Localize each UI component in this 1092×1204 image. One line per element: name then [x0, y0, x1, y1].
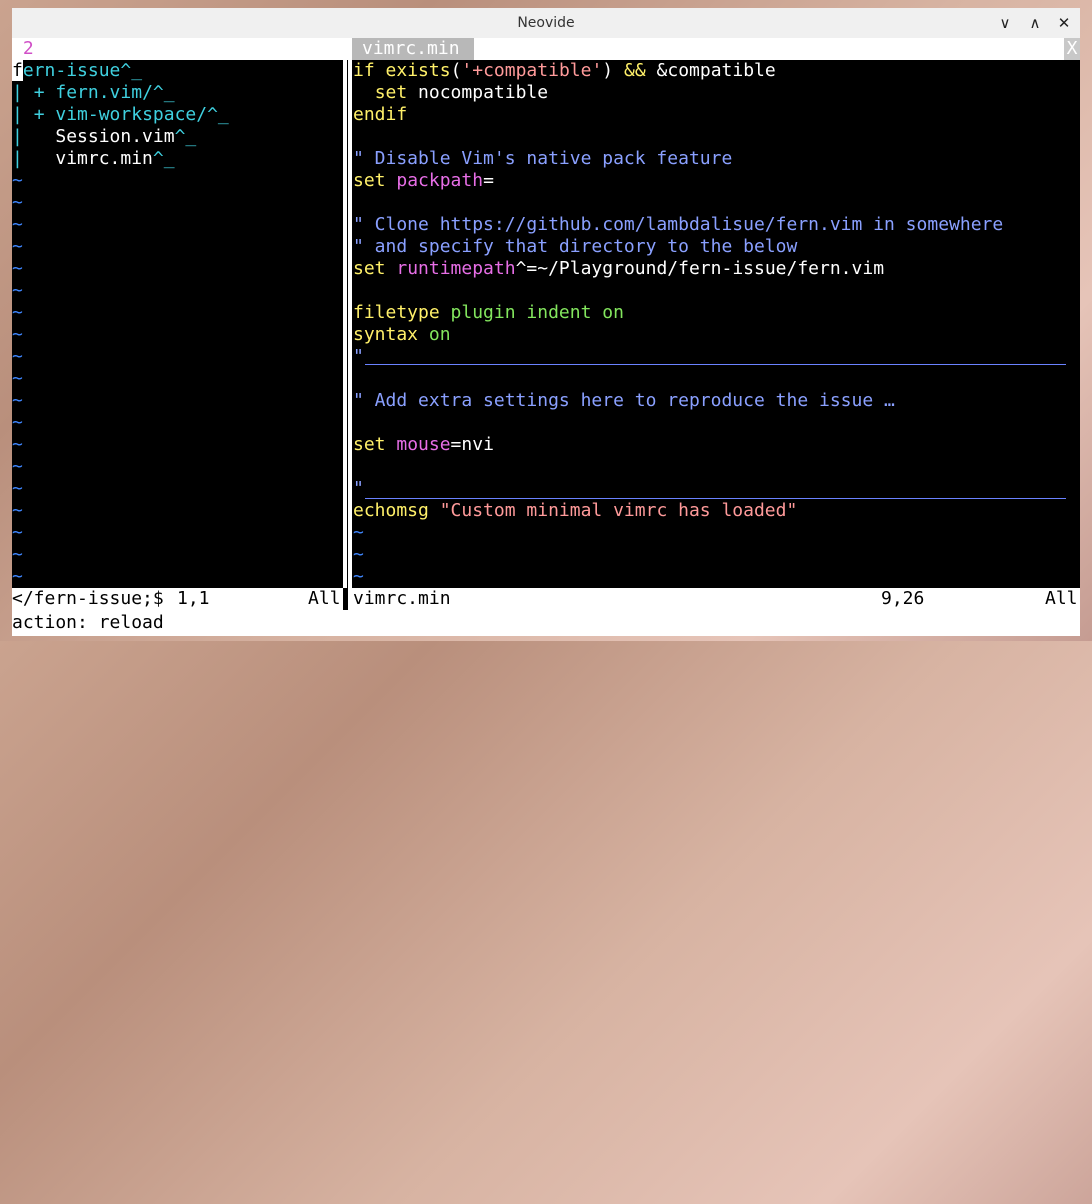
tree-guide: | — [12, 82, 23, 103]
code-line: echomsg "Custom minimal vimrc has loaded… — [353, 500, 798, 521]
code-line: endif — [353, 104, 408, 125]
separator-comment: " — [353, 346, 364, 367]
status-percent: All — [308, 588, 341, 609]
tree-item-fern-vim[interactable]: | + fern.vim/^_ — [12, 82, 175, 104]
empty-line-tilde: ~ — [353, 544, 364, 565]
separator-rule — [365, 498, 1066, 499]
command-message: action: reload — [12, 612, 164, 633]
code-line: set packpath= — [353, 170, 494, 191]
fern-root-mark: ^_ — [120, 60, 143, 81]
empty-line-tilde: ~ — [12, 412, 23, 433]
tree-item-vimrc-min[interactable]: | vimrc.min^_ — [12, 148, 175, 170]
comment-line: " Clone https://github.com/lambdalisue/f… — [353, 214, 1004, 235]
tab-close-button[interactable]: X — [1064, 38, 1080, 60]
status-line-right: vimrc.min 9,26 All — [348, 588, 1080, 610]
minimize-button[interactable]: ∨ — [995, 13, 1015, 33]
tree-item-session-vim[interactable]: | Session.vim^_ — [12, 126, 196, 148]
code-line: set mouse=nvi — [353, 434, 494, 455]
empty-line-tilde: ~ — [12, 478, 23, 499]
tree-item-mark: ^_ — [152, 82, 175, 103]
tree-item-label: fern.vim/ — [55, 82, 153, 103]
tab-vimrc-label: vimrc.min — [362, 38, 460, 59]
empty-line-tilde: ~ — [12, 456, 23, 477]
separator-rule — [365, 364, 1066, 365]
close-button[interactable]: ✕ — [1054, 13, 1074, 33]
empty-line-tilde: ~ — [12, 346, 23, 367]
maximize-button[interactable]: ∧ — [1025, 13, 1045, 33]
tree-item-label: vim-workspace/ — [55, 104, 208, 125]
fern-root[interactable]: fern-issue^_ — [12, 60, 142, 82]
code-line: filetype plugin indent on — [353, 302, 624, 323]
status-percent: All — [1045, 588, 1078, 609]
window-title: Neovide — [517, 15, 575, 31]
empty-line-tilde: ~ — [12, 522, 23, 543]
tree-guide: | — [12, 104, 23, 125]
empty-line-tilde: ~ — [12, 390, 23, 411]
empty-line-tilde: ~ — [12, 566, 23, 587]
empty-line-tilde: ~ — [12, 280, 23, 301]
empty-line-tilde: ~ — [12, 258, 23, 279]
comment-line: " Add extra settings here to reproduce t… — [353, 390, 895, 411]
code-line: set nocompatible — [374, 82, 549, 103]
comment-line: " Disable Vim's native pack feature — [353, 148, 733, 169]
command-line[interactable]: action: reload — [12, 610, 1080, 636]
tree-item-mark: ^_ — [174, 126, 197, 147]
empty-line-tilde: ~ — [12, 368, 23, 389]
empty-line-tilde: ~ — [12, 500, 23, 521]
empty-line-tilde: ~ — [12, 324, 23, 345]
empty-line-tilde: ~ — [12, 214, 23, 235]
editor-pane[interactable]: if exists('+compatible') && &compatible … — [12, 60, 1080, 1050]
vertical-split-edge — [348, 60, 352, 588]
expand-icon[interactable]: + — [34, 82, 45, 103]
code-line: syntax on — [353, 324, 451, 345]
code-line: if exists('+compatible') && &compatible — [353, 60, 776, 81]
empty-line-tilde: ~ — [12, 236, 23, 257]
title-bar[interactable]: Neovide ∨ ∧ ✕ — [12, 8, 1080, 38]
tab-vimrc[interactable]: vimrc.min — [352, 38, 474, 60]
tab-number: 2 — [22, 38, 34, 59]
cursor: f — [12, 60, 23, 81]
comment-line: " and specify that directory to the belo… — [353, 236, 798, 257]
tree-item-mark: ^_ — [207, 104, 229, 125]
vertical-split[interactable] — [343, 60, 347, 588]
status-filename: vimrc.min — [353, 588, 451, 609]
tab-path: f//d/f///h/p/P/fern-issue;$ — [44, 38, 338, 59]
empty-line-tilde: ~ — [12, 170, 23, 191]
empty-line-tilde: ~ — [353, 566, 364, 587]
terminal-area[interactable]: 2 f//d/f///h/p/P/fern-issue;$ vimrc.min … — [12, 38, 1080, 636]
tree-item-label: Session.vim — [55, 126, 175, 147]
fern-root-label: ern-issue — [22, 60, 121, 81]
empty-line-tilde: ~ — [12, 434, 23, 455]
code-line: set runtimepath^=~/Playground/fern-issue… — [353, 258, 885, 279]
separator-comment: " — [353, 478, 364, 499]
neovide-window: Neovide ∨ ∧ ✕ 2 f//d/f///h/p/P/fern-issu… — [12, 8, 1080, 636]
empty-line-tilde: ~ — [353, 522, 364, 543]
status-position: 9,26 — [881, 588, 925, 609]
tree-item-vim-workspace[interactable]: | + vim-workspace/^_ — [12, 104, 229, 126]
status-path: </fern-issue;$ — [12, 588, 164, 609]
tree-item-mark: ^_ — [152, 148, 175, 169]
empty-line-tilde: ~ — [12, 544, 23, 565]
tree-guide: | — [12, 126, 23, 147]
tree-item-label: vimrc.min — [55, 148, 153, 169]
tree-guide: | — [12, 148, 23, 169]
status-position: 1,1 — [177, 588, 210, 609]
status-line-left: </fern-issue;$ 1,1 All — [12, 588, 343, 610]
empty-line-tilde: ~ — [12, 302, 23, 323]
empty-line-tilde: ~ — [12, 192, 23, 213]
expand-icon[interactable]: + — [34, 104, 45, 125]
